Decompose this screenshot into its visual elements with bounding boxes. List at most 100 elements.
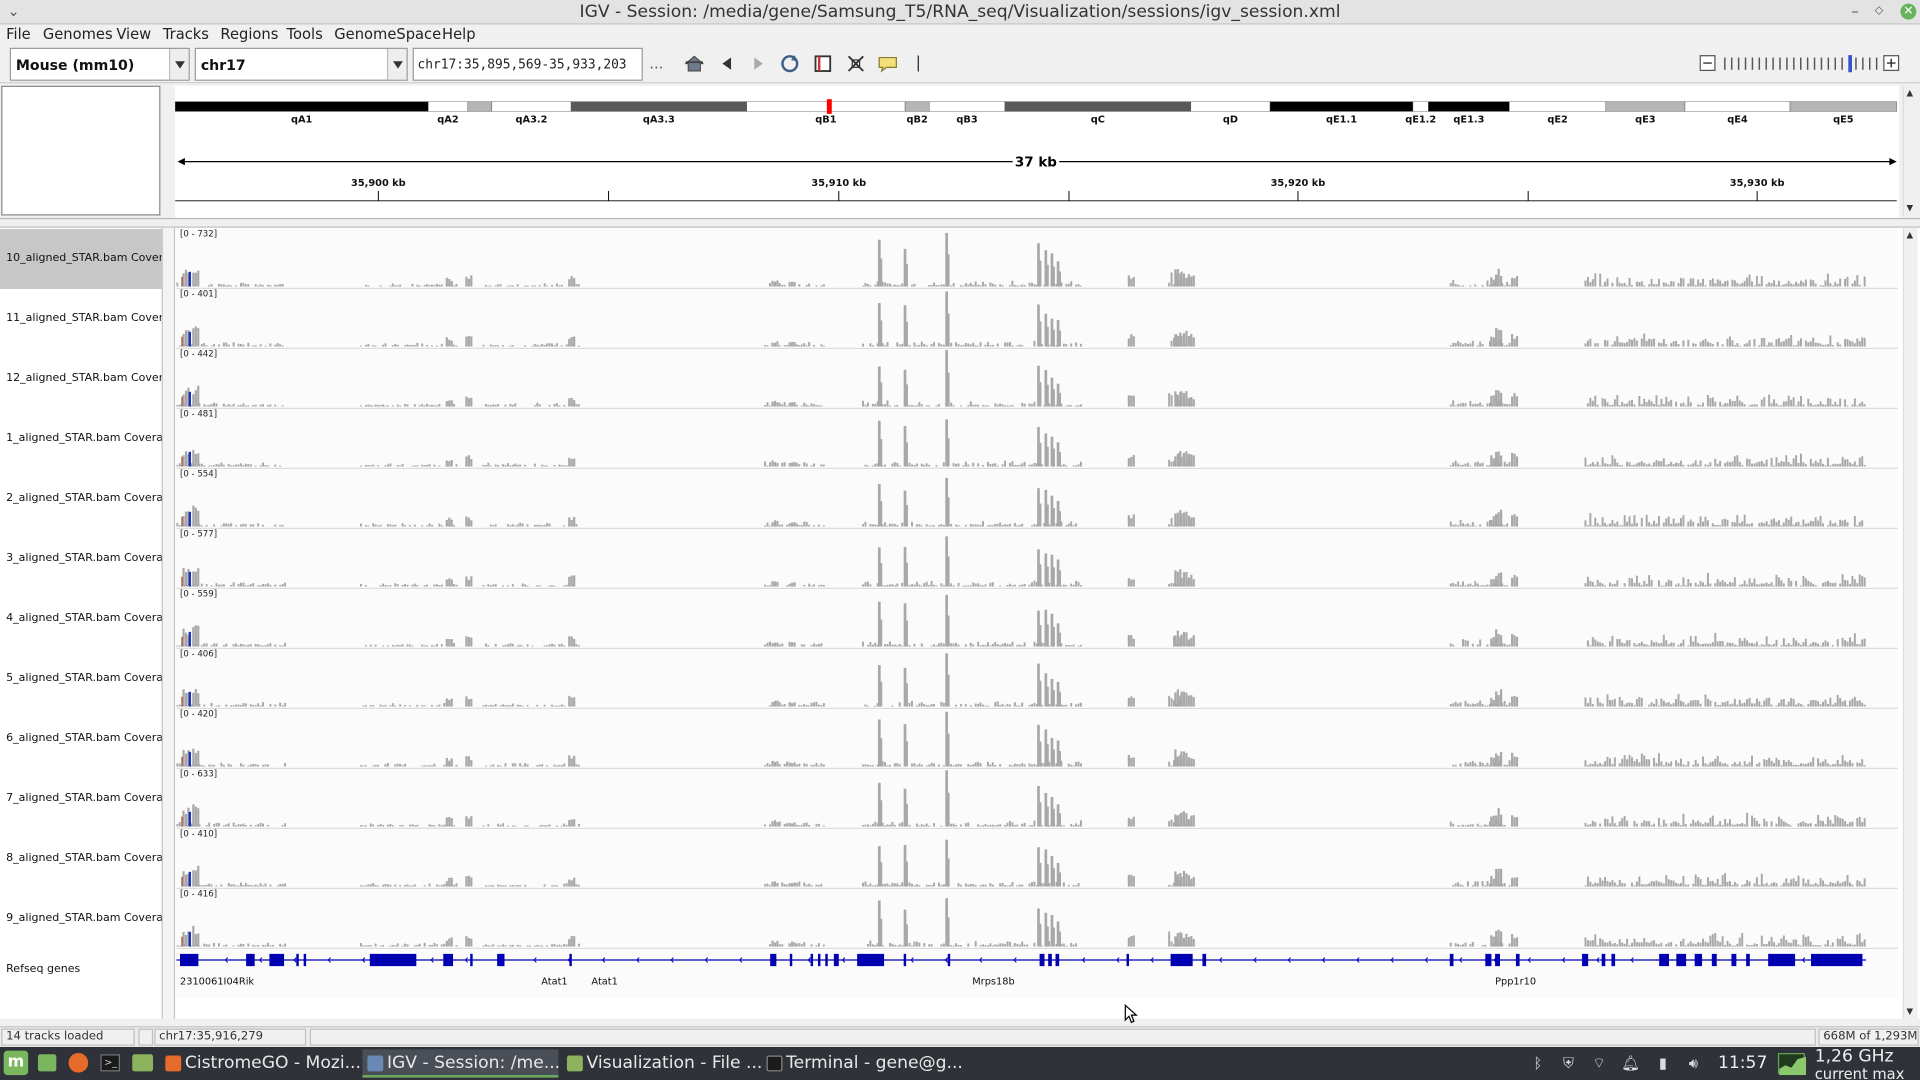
track-name-11[interactable]: 8_aligned_STAR.bam Coverage (0, 829, 162, 889)
chevron-down-icon[interactable] (168, 48, 189, 80)
taskbar-item-cistromego[interactable]: CistromeGO - Mozi... (160, 1049, 361, 1077)
menu-view[interactable]: View (116, 26, 151, 43)
coverage-plot[interactable] (176, 889, 1898, 948)
coverage-track[interactable]: [0 - 633] (176, 768, 1898, 829)
coverage-track[interactable]: [0 - 420] (176, 708, 1898, 769)
refseq-genes-track[interactable]: 2310061I04Rik Atat1 Atat1 Mrps18b Ppp1r10 (176, 948, 1898, 998)
coverage-track[interactable]: [0 - 401] (176, 288, 1898, 349)
coverage-plot[interactable] (176, 649, 1898, 708)
taskbar-item-visualization[interactable]: Visualization - File ... (562, 1049, 762, 1077)
fit-to-window-icon[interactable] (845, 53, 867, 75)
track-name-8[interactable]: 5_aligned_STAR.bam Coverage (0, 649, 162, 709)
coverage-plot[interactable] (176, 289, 1898, 348)
close-icon[interactable]: ✕ (1900, 3, 1917, 20)
back-arrow-icon[interactable] (716, 53, 738, 75)
menu-regions[interactable]: Regions (220, 26, 278, 43)
refresh-icon[interactable] (779, 53, 801, 75)
firefox-launcher-icon[interactable] (68, 1053, 89, 1073)
coverage-track[interactable]: [0 - 559] (176, 588, 1898, 649)
coverage-plot[interactable] (176, 589, 1898, 648)
track-name-1[interactable]: 10_aligned_STAR.bam Coverage (0, 228, 162, 289)
menu-genomes[interactable]: Genomes (43, 26, 113, 43)
clock[interactable]: 11:57 (1718, 1053, 1767, 1073)
notifications-icon[interactable]: 🔔︎ (1621, 1054, 1640, 1071)
scroll-up-icon[interactable]: ▲ (1907, 230, 1914, 240)
panel-divider[interactable] (0, 217, 1920, 228)
mouse-cursor-icon (1124, 1004, 1138, 1024)
battery-icon[interactable]: ▮ (1654, 1054, 1671, 1071)
track-name-9[interactable]: 6_aligned_STAR.bam Coverage (0, 709, 162, 769)
track-panel-scrollbar[interactable]: ▲ ▼ (1902, 227, 1918, 1019)
minimize-icon[interactable]: – (1851, 2, 1858, 19)
region-navigator-icon[interactable] (812, 53, 834, 75)
top-panel-scrollbar[interactable]: ▲ ▼ (1902, 85, 1918, 216)
home-icon[interactable] (683, 53, 705, 75)
shield-icon[interactable]: ⛨ (1560, 1054, 1577, 1071)
coverage-bars (181, 536, 1866, 587)
coverage-track[interactable]: [0 - 481] (176, 408, 1898, 469)
menu-tools[interactable]: Tools (287, 26, 323, 43)
show-desktop-icon[interactable] (37, 1054, 57, 1072)
coverage-track[interactable]: [0 - 442] (176, 348, 1898, 409)
start-menu-icon[interactable]: m (3, 1050, 29, 1076)
gene-label: Ppp1r10 (1495, 976, 1536, 987)
track-name-4[interactable]: 1_aligned_STAR.bam Coverage (0, 409, 162, 469)
taskbar-item-igv[interactable]: IGV - Session: /me... (362, 1049, 560, 1078)
exon (1170, 953, 1193, 967)
wifi-icon[interactable]: ⌔ (1591, 1054, 1608, 1071)
taskbar-item-terminal[interactable]: Terminal - gene@g... (762, 1049, 963, 1077)
zoom-slider[interactable] (1699, 54, 1902, 74)
coverage-plot[interactable] (176, 409, 1898, 468)
coverage-plot[interactable] (176, 769, 1898, 828)
menu-tracks[interactable]: Tracks (163, 26, 209, 43)
track-name-3[interactable]: 12_aligned_STAR.bam Coverage (0, 349, 162, 409)
window-titlebar[interactable]: ⌄ IGV - Session: /media/gene/Samsung_T5/… (0, 0, 1920, 25)
scroll-down-icon[interactable]: ▼ (1907, 1007, 1914, 1017)
locus-input[interactable]: chr17:35,895,569-35,933,203 (412, 47, 643, 81)
coverage-plot[interactable] (176, 349, 1898, 408)
scroll-up-icon[interactable]: ▲ (1907, 88, 1914, 98)
track-name-7[interactable]: 4_aligned_STAR.bam Coverage (0, 589, 162, 649)
coverage-plot[interactable] (176, 529, 1898, 588)
coverage-track[interactable]: [0 - 577] (176, 528, 1898, 589)
terminal-launcher-icon[interactable]: >_ (100, 1054, 121, 1072)
exon (1515, 953, 1520, 967)
track-name-10[interactable]: 7_aligned_STAR.bam Coverage (0, 769, 162, 829)
coverage-track[interactable]: [0 - 406] (176, 648, 1898, 709)
coverage-track[interactable]: [0 - 410] (176, 828, 1898, 889)
ideogram-ruler-panel[interactable]: qA1 qA2 qA3.2 qA3.3 qB1 qB2 qB3 qC qD qE1.1 qE1.2 q… (174, 85, 1900, 218)
coverage-track[interactable]: [0 - 554] (176, 468, 1898, 529)
track-name-12[interactable]: 9_aligned_STAR.bam Coverage (0, 889, 162, 949)
refseq-track-name[interactable]: Refseq genes (0, 964, 162, 981)
menu-genomespace[interactable]: GenomeSpace (334, 26, 441, 43)
menu-file[interactable]: File (6, 26, 31, 43)
coverage-plot[interactable] (176, 229, 1898, 288)
popup-info-icon[interactable] (877, 53, 899, 75)
scroll-down-icon[interactable]: ▼ (1907, 203, 1914, 213)
coverage-plot[interactable] (176, 709, 1898, 768)
volume-icon[interactable]: 🔊︎ (1685, 1054, 1702, 1071)
memory-status[interactable]: 668M of 1,293M (1818, 1028, 1919, 1046)
chromosome-ideogram[interactable]: qA1 qA2 qA3.2 qA3.3 qB1 qB2 qB3 qC qD qE1.1 qE1.2 q… (174, 86, 1899, 218)
maximize-icon[interactable]: ◇ (1875, 5, 1883, 17)
forward-arrow-icon[interactable] (747, 53, 769, 75)
cpu-graph-icon[interactable] (1777, 1053, 1807, 1076)
ruler-toggle-icon[interactable]: | (907, 53, 929, 75)
coverage-plot[interactable] (176, 469, 1898, 528)
track-name-5[interactable]: 2_aligned_STAR.bam Coverage (0, 469, 162, 529)
genome-value: Mouse (mm10) (15, 56, 135, 74)
coverage-plot[interactable] (176, 829, 1898, 888)
bluetooth-icon[interactable]: ᛒ (1529, 1054, 1546, 1071)
coverage-track[interactable]: [0 - 416] (176, 888, 1898, 949)
chevron-down-icon[interactable] (386, 48, 407, 80)
zoom-widget[interactable] (1699, 54, 1902, 74)
menu-help[interactable]: Help (442, 26, 476, 43)
track-name-6[interactable]: 3_aligned_STAR.bam Coverage (0, 529, 162, 589)
go-ellipsis-button[interactable]: ... (645, 53, 667, 75)
track-name-2[interactable]: 11_aligned_STAR.bam Coverage (0, 289, 162, 349)
genome-dropdown[interactable]: Mouse (mm10) (9, 47, 190, 81)
chromosome-dropdown[interactable]: chr17 (194, 47, 408, 81)
coverage-track[interactable]: [0 - 732] (176, 228, 1898, 289)
files-launcher-icon[interactable] (132, 1054, 154, 1072)
gene-models[interactable]: 2310061I04Rik Atat1 Atat1 Mrps18b Ppp1r10 (176, 949, 1898, 998)
